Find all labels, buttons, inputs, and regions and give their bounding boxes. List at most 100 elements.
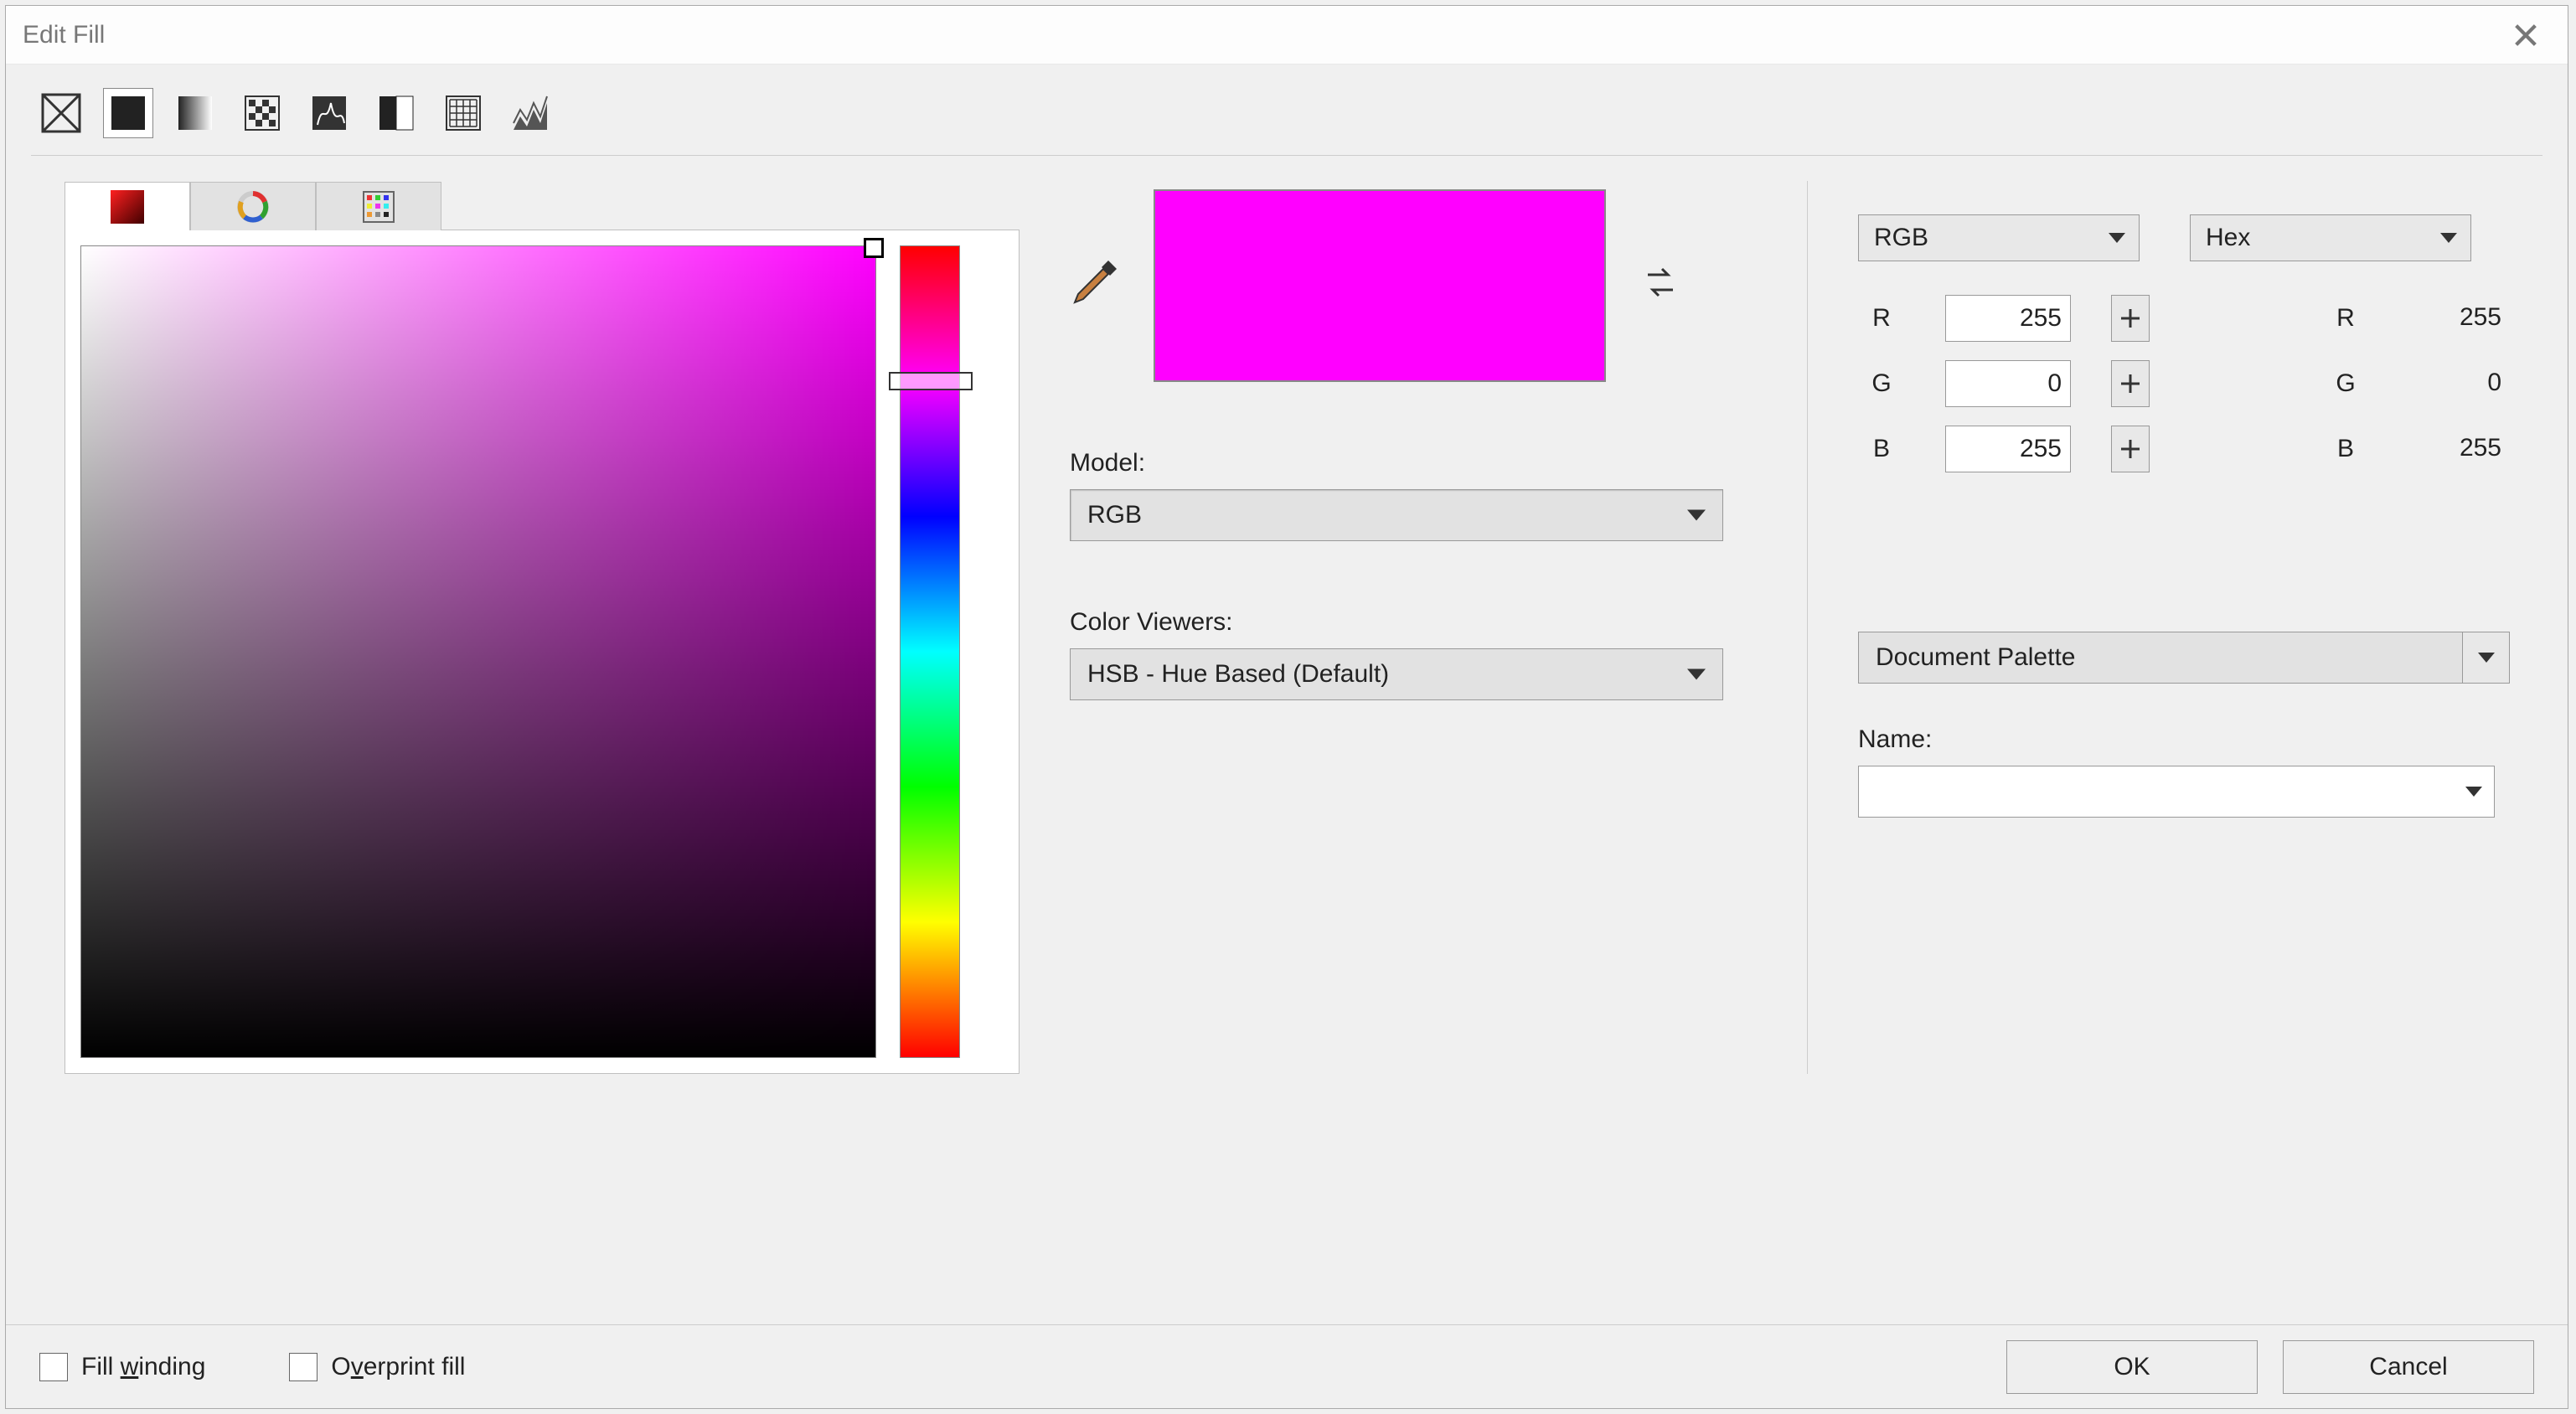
palette-dropdown[interactable]: Document Palette <box>1858 632 2463 684</box>
color-picker-panel <box>65 230 1020 1074</box>
texture-fill-icon <box>309 93 349 133</box>
no-fill-icon <box>41 93 81 133</box>
fill-type-none[interactable] <box>36 88 86 138</box>
palette-dropdown-arrow[interactable] <box>2463 632 2510 684</box>
eyedropper-icon <box>1070 257 1120 307</box>
channel-g-spinner[interactable] <box>2111 360 2150 407</box>
picker-tabs <box>65 182 441 230</box>
viewers-group: Color Viewers: HSB - Hue Based (Default) <box>1070 608 1757 700</box>
dialog-titlebar: Edit Fill <box>6 6 2568 65</box>
channel-grid: R 255 R 255 G 0 G 0 B 255 B 255 <box>1858 295 2510 472</box>
spinner-icon <box>2119 307 2141 329</box>
harmony-tab-icon <box>235 188 271 225</box>
chevron-down-icon <box>2109 233 2125 243</box>
channel-label: R <box>1858 304 1905 333</box>
current-color-swatch <box>1154 189 1606 382</box>
channel-label: B <box>1858 435 1905 463</box>
fill-type-postscript[interactable] <box>438 88 488 138</box>
fill-type-bitmap[interactable] <box>505 88 555 138</box>
hue-handle[interactable] <box>889 372 973 390</box>
dialog-footer: Fill winding Overprint fill OK Cancel <box>6 1324 2568 1408</box>
fill-type-two-color[interactable] <box>371 88 421 138</box>
palette-value: Document Palette <box>1876 643 2075 672</box>
channel-r-input[interactable]: 255 <box>1945 295 2071 342</box>
channel-label: R <box>2322 304 2369 333</box>
picker-tab-harmony[interactable] <box>190 182 316 230</box>
picker-inner <box>80 245 1004 1058</box>
palette-tab-icon <box>360 188 397 225</box>
left-column <box>65 181 1020 1074</box>
channel-b-input[interactable]: 255 <box>1945 426 2071 472</box>
spinner-icon <box>2119 373 2141 395</box>
channel-b-spinner[interactable] <box>2111 426 2150 472</box>
model-label: Model: <box>1070 449 1757 477</box>
viewers-value: HSB - Hue Based (Default) <box>1087 660 1389 689</box>
middle-column: Model: RGB Color Viewers: HSB - Hue Base… <box>1070 181 1757 1074</box>
dialog-title: Edit Fill <box>23 21 105 49</box>
chevron-down-icon <box>1687 669 1706 680</box>
channel-label: G <box>2322 369 2369 398</box>
overprint-label: Overprint fill <box>331 1353 465 1381</box>
viewers-dropdown[interactable]: HSB - Hue Based (Default) <box>1070 648 1723 700</box>
cancel-button[interactable]: Cancel <box>2283 1340 2534 1394</box>
pattern-fill-icon <box>242 93 282 133</box>
primary-space-value: RGB <box>1874 224 1928 252</box>
swap-colors-button[interactable] <box>1639 261 1681 310</box>
primary-space-dropdown[interactable]: RGB <box>1858 214 2140 261</box>
chevron-down-icon <box>2440 233 2457 243</box>
fill-type-fountain[interactable] <box>170 88 220 138</box>
sat-val-cursor[interactable] <box>864 238 884 258</box>
channel-label: B <box>2322 435 2369 463</box>
fill-winding-label: Fill winding <box>81 1353 205 1381</box>
fill-type-pattern[interactable] <box>237 88 287 138</box>
checkbox-box <box>289 1353 317 1381</box>
fill-type-texture[interactable] <box>304 88 354 138</box>
name-input[interactable] <box>1858 766 2495 818</box>
color-space-row: RGB Hex <box>1858 214 2510 261</box>
two-color-icon <box>376 93 416 133</box>
model-value: RGB <box>1087 501 1142 529</box>
swatch-row <box>1070 189 1757 382</box>
channel-g-readonly: 0 <box>2409 360 2510 407</box>
right-column: RGB Hex R 255 R 255 G 0 G <box>1807 181 2510 1074</box>
chevron-down-icon <box>2478 653 2495 663</box>
close-button[interactable] <box>2501 10 2551 60</box>
secondary-space-value: Hex <box>2206 224 2250 252</box>
hue-slider[interactable] <box>900 245 960 1058</box>
swap-icon <box>1639 261 1681 303</box>
overprint-fill-checkbox[interactable]: Overprint fill <box>289 1353 465 1381</box>
edit-fill-dialog: Edit Fill <box>5 5 2568 1409</box>
ok-label: OK <box>2114 1353 2150 1381</box>
picker-tab-palette[interactable] <box>316 182 441 230</box>
channel-r-spinner[interactable] <box>2111 295 2150 342</box>
eyedropper-button[interactable] <box>1070 257 1120 314</box>
picker-tab-swatch[interactable] <box>65 182 190 230</box>
separator <box>31 155 2542 156</box>
postscript-fill-icon <box>443 93 483 133</box>
channel-b-readonly: 255 <box>2409 426 2510 472</box>
swatch-tab-icon <box>109 188 146 225</box>
name-section: Name: <box>1858 725 2510 818</box>
close-icon <box>2511 21 2540 49</box>
chevron-down-icon <box>1687 510 1706 521</box>
name-label: Name: <box>1858 725 2510 754</box>
name-dropdown-arrow[interactable] <box>2454 766 2494 817</box>
fill-type-toolbar <box>6 65 2568 155</box>
channel-r-readonly: 255 <box>2409 295 2510 342</box>
fountain-fill-icon <box>175 93 215 133</box>
channel-label: G <box>1858 369 1905 398</box>
palette-section: Document Palette <box>1858 632 2510 684</box>
dialog-content: Model: RGB Color Viewers: HSB - Hue Base… <box>6 173 2568 1091</box>
fill-winding-checkbox[interactable]: Fill winding <box>39 1353 205 1381</box>
solid-fill-icon <box>108 93 148 133</box>
chevron-down-icon <box>2465 787 2482 797</box>
model-dropdown[interactable]: RGB <box>1070 489 1723 541</box>
secondary-space-dropdown[interactable]: Hex <box>2190 214 2471 261</box>
fill-type-solid[interactable] <box>103 88 153 138</box>
cancel-label: Cancel <box>2369 1353 2447 1381</box>
saturation-value-field[interactable] <box>80 245 876 1058</box>
ok-button[interactable]: OK <box>2006 1340 2258 1394</box>
checkbox-box <box>39 1353 68 1381</box>
model-group: Model: RGB <box>1070 449 1757 541</box>
channel-g-input[interactable]: 0 <box>1945 360 2071 407</box>
